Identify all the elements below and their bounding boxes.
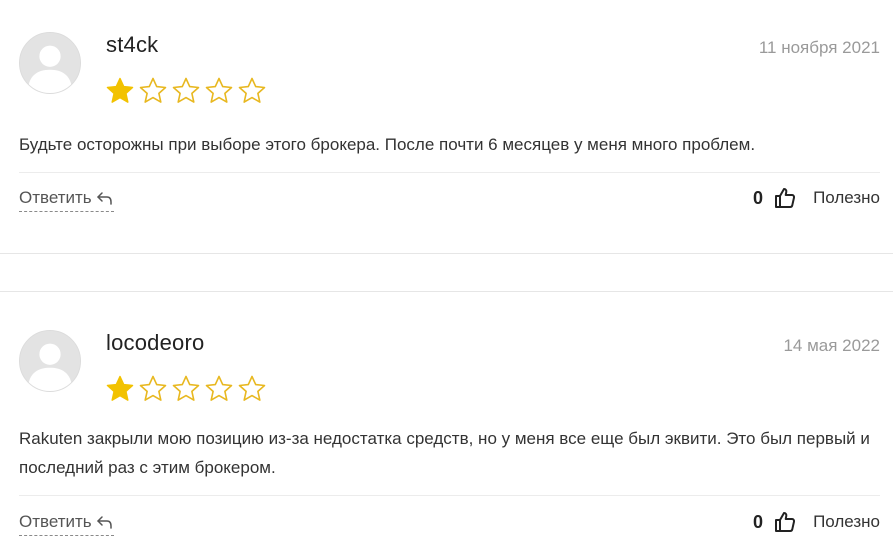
helpful-group: 0 Полезно xyxy=(753,510,880,534)
review-separator xyxy=(0,291,893,292)
review-date: 11 ноября 2021 xyxy=(758,38,880,57)
reply-arrow-icon xyxy=(96,516,112,529)
reply-button[interactable]: Ответить xyxy=(19,512,114,536)
helpful-count: 0 xyxy=(753,511,764,532)
reply-label: Ответить xyxy=(19,512,92,531)
star-empty-icon xyxy=(205,375,233,401)
avatar-placeholder-icon xyxy=(20,33,80,93)
review-author: locodeoro xyxy=(106,330,205,355)
avatar xyxy=(19,330,81,392)
star-empty-icon xyxy=(205,77,233,103)
thumbs-up-icon[interactable] xyxy=(773,510,797,534)
review-actions: Ответить 0 Полезно xyxy=(19,188,880,220)
star-empty-icon xyxy=(238,375,266,401)
reply-button[interactable]: Ответить xyxy=(19,188,114,212)
star-filled-icon xyxy=(106,77,134,103)
divider xyxy=(19,172,880,173)
review-separator xyxy=(0,253,893,254)
star-empty-icon xyxy=(238,77,266,103)
helpful-button[interactable]: Полезно xyxy=(813,512,880,532)
review-date: 14 мая 2022 xyxy=(783,336,880,355)
star-filled-icon xyxy=(106,375,134,401)
review-text: Rakuten закрыли мою позицию из-за недост… xyxy=(19,429,870,477)
helpful-group: 0 Полезно xyxy=(753,186,880,210)
reply-label: Ответить xyxy=(19,188,92,207)
reply-arrow-icon xyxy=(96,192,112,205)
star-empty-icon xyxy=(172,77,200,103)
helpful-count: 0 xyxy=(753,187,764,208)
star-empty-icon xyxy=(139,77,167,103)
review-actions: Ответить 0 Полезно xyxy=(19,512,880,544)
star-empty-icon xyxy=(172,375,200,401)
review-text: Будьте осторожны при выборе этого брокер… xyxy=(19,135,756,154)
avatar-placeholder-icon xyxy=(20,331,80,391)
helpful-button[interactable]: Полезно xyxy=(813,188,880,208)
review-author: st4ck xyxy=(106,32,159,57)
star-rating xyxy=(105,374,267,404)
divider xyxy=(19,495,880,496)
avatar xyxy=(19,32,81,94)
star-rating xyxy=(105,76,267,106)
thumbs-up-icon[interactable] xyxy=(773,186,797,210)
star-empty-icon xyxy=(139,375,167,401)
